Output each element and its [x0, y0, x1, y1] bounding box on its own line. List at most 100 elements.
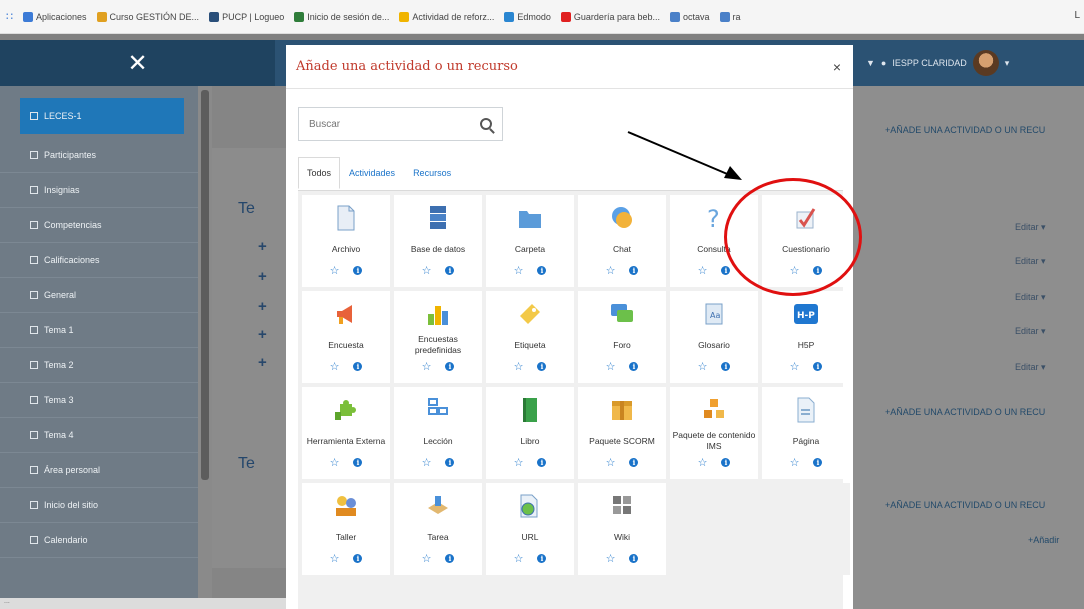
drawer-close-button[interactable]: ✕: [0, 40, 275, 86]
activity-tile[interactable]: Base de datos ☆ i: [394, 195, 482, 287]
star-icon[interactable]: ☆: [330, 264, 340, 277]
sidebar-item[interactable]: Tema 3: [0, 383, 198, 418]
star-icon[interactable]: ☆: [698, 360, 708, 373]
sidebar-scrollbar[interactable]: [198, 86, 212, 609]
edit-menu[interactable]: Editar ▾: [1015, 222, 1046, 233]
info-icon[interactable]: i: [353, 266, 363, 275]
bookmark-item[interactable]: Aplicaciones: [23, 11, 87, 22]
sidebar-item[interactable]: Insignias: [0, 173, 198, 208]
info-icon[interactable]: i: [445, 362, 455, 371]
star-icon[interactable]: ☆: [698, 264, 708, 277]
info-icon[interactable]: i: [353, 458, 363, 467]
info-icon[interactable]: i: [537, 458, 547, 467]
info-icon[interactable]: i: [537, 362, 547, 371]
tab-actividades[interactable]: Actividades: [340, 157, 404, 189]
activity-tile[interactable]: Tarea ☆ i: [394, 483, 482, 575]
activity-tile[interactable]: Archivo ☆ i: [302, 195, 390, 287]
star-icon[interactable]: ☆: [330, 360, 340, 373]
star-icon[interactable]: ☆: [422, 264, 432, 277]
sidebar-item[interactable]: Calendario: [0, 523, 198, 558]
bookmark-item[interactable]: PUCP | Logueo: [209, 11, 284, 22]
notification-icon[interactable]: ▼: [866, 58, 875, 68]
edit-menu[interactable]: Editar ▾: [1015, 292, 1046, 303]
sidebar-item[interactable]: General: [0, 278, 198, 313]
bookmarks-overflow[interactable]: L: [1074, 10, 1080, 21]
activity-tile[interactable]: H-P H5P ☆ i: [762, 291, 850, 383]
info-icon[interactable]: i: [813, 362, 823, 371]
expand-icon[interactable]: +: [258, 268, 267, 285]
star-icon[interactable]: ☆: [514, 360, 524, 373]
chevron-down-icon[interactable]: ▾: [1005, 58, 1010, 69]
info-icon[interactable]: i: [537, 554, 547, 563]
sidebar-item[interactable]: Tema 1: [0, 313, 198, 348]
info-icon[interactable]: i: [537, 266, 547, 275]
scrollbar-thumb[interactable]: [201, 90, 209, 480]
sidebar-item[interactable]: Tema 4: [0, 418, 198, 453]
info-icon[interactable]: i: [813, 458, 823, 467]
star-icon[interactable]: ☆: [790, 360, 800, 373]
info-icon[interactable]: i: [445, 266, 455, 275]
info-icon[interactable]: i: [721, 458, 731, 467]
info-icon[interactable]: i: [353, 362, 363, 371]
close-icon[interactable]: ×: [833, 59, 841, 75]
edit-menu[interactable]: Editar ▾: [1015, 326, 1046, 337]
info-icon[interactable]: i: [445, 554, 455, 563]
user-menu[interactable]: ▼ ● IESPP CLARIDAD ▾: [860, 40, 1084, 86]
activity-tile[interactable]: Aa Glosario ☆ i: [670, 291, 758, 383]
activity-tile[interactable]: Página ☆ i: [762, 387, 850, 479]
activity-tile[interactable]: Lección ☆ i: [394, 387, 482, 479]
info-icon[interactable]: i: [445, 458, 455, 467]
star-icon[interactable]: ☆: [514, 456, 524, 469]
bookmark-item[interactable]: Edmodo: [504, 11, 551, 22]
activity-tile[interactable]: Encuestas predefinidas ☆ i: [394, 291, 482, 383]
search-input[interactable]: [309, 118, 480, 130]
info-icon[interactable]: i: [629, 458, 639, 467]
search-box[interactable]: [298, 107, 503, 141]
sidebar-item[interactable]: Competencias: [0, 208, 198, 243]
bookmark-item[interactable]: octava: [669, 11, 710, 22]
bookmark-item[interactable]: Guardería para beb...: [560, 11, 660, 22]
bookmark-item[interactable]: ra: [719, 11, 741, 22]
avatar[interactable]: [972, 50, 999, 76]
bookmark-item[interactable]: Actividad de reforz...: [399, 11, 494, 22]
star-icon[interactable]: ☆: [606, 264, 616, 277]
star-icon[interactable]: ☆: [422, 360, 432, 373]
expand-icon[interactable]: +: [258, 238, 267, 255]
sidebar-item[interactable]: Tema 2: [0, 348, 198, 383]
sidebar-item[interactable]: Inicio del sitio: [0, 488, 198, 523]
edit-menu[interactable]: Editar ▾: [1015, 256, 1046, 267]
activity-tile[interactable]: Chat ☆ i: [578, 195, 666, 287]
expand-icon[interactable]: +: [258, 354, 267, 371]
star-icon[interactable]: ☆: [606, 552, 616, 565]
star-icon[interactable]: ☆: [422, 552, 432, 565]
star-icon[interactable]: ☆: [790, 456, 800, 469]
bookmark-item[interactable]: Curso GESTIÓN DE...: [96, 11, 199, 22]
bookmark-item[interactable]: Inicio de sesión de...: [294, 11, 389, 22]
star-icon[interactable]: ☆: [514, 552, 524, 565]
activity-tile[interactable]: Libro ☆ i: [486, 387, 574, 479]
star-icon[interactable]: ☆: [330, 456, 340, 469]
info-icon[interactable]: i: [353, 554, 363, 563]
activity-tile[interactable]: Paquete SCORM ☆ i: [578, 387, 666, 479]
section-title[interactable]: Te: [238, 200, 255, 218]
star-icon[interactable]: ☆: [514, 264, 524, 277]
section-title[interactable]: Te: [238, 455, 255, 473]
activity-tile[interactable]: Encuesta ☆ i: [302, 291, 390, 383]
sidebar-item[interactable]: Calificaciones: [0, 243, 198, 278]
info-icon[interactable]: i: [629, 362, 639, 371]
add-activity-link[interactable]: +AÑADE UNA ACTIVIDAD O UN RECU: [885, 407, 1045, 417]
expand-icon[interactable]: +: [258, 298, 267, 315]
add-activity-link[interactable]: +AÑADE UNA ACTIVIDAD O UN RECU: [885, 500, 1045, 510]
tab-todos[interactable]: Todos: [298, 157, 341, 189]
info-icon[interactable]: i: [629, 554, 639, 563]
search-icon[interactable]: [480, 118, 492, 130]
star-icon[interactable]: ☆: [422, 456, 432, 469]
sidebar-item[interactable]: Participantes: [0, 138, 198, 173]
expand-icon[interactable]: +: [258, 326, 267, 343]
messages-icon[interactable]: ●: [881, 58, 886, 68]
activity-tile[interactable]: Foro ☆ i: [578, 291, 666, 383]
star-icon[interactable]: ☆: [698, 456, 708, 469]
edit-menu[interactable]: Editar ▾: [1015, 362, 1046, 373]
add-activity-link[interactable]: +Añadir: [1028, 535, 1059, 545]
star-icon[interactable]: ☆: [330, 552, 340, 565]
